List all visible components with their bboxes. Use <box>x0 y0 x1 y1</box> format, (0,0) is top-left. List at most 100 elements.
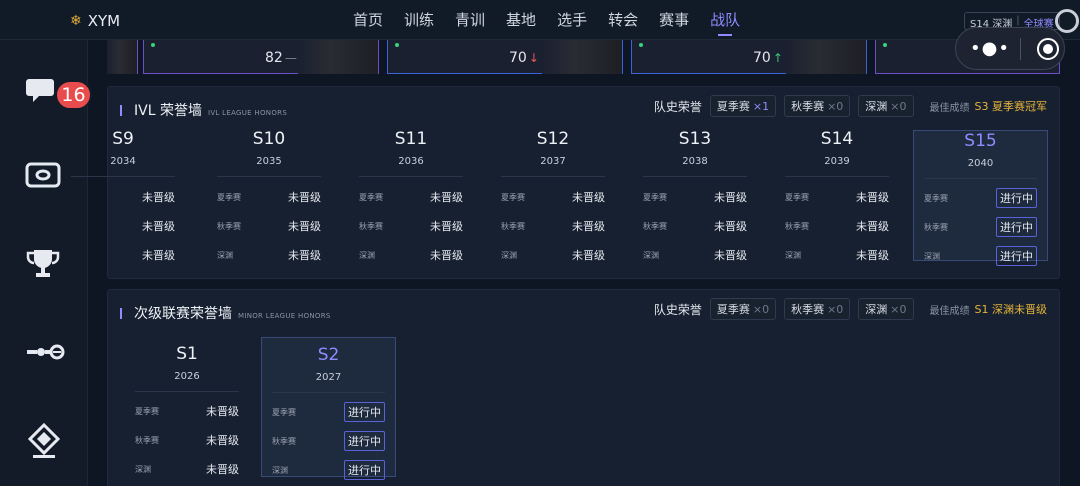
season-pill-divider: | <box>1016 15 1020 26</box>
season-row: 秋季赛 未晋级 <box>643 220 747 233</box>
season-row: 深渊 未晋级 <box>785 249 889 262</box>
season-year: 2027 <box>315 372 342 383</box>
honor-chip-summer: 夏季赛 ×0 <box>709 298 777 320</box>
season-row: 秋季赛 未晋级 <box>359 220 463 233</box>
season-column[interactable]: S1 2026 夏季赛 未晋级 秋季赛 未晋级 深渊 未晋级 <box>125 344 249 478</box>
gear-icon[interactable] <box>1055 9 1079 33</box>
season-year: 2026 <box>174 371 200 382</box>
season-pill-link[interactable]: 全球赛 <box>1024 15 1054 30</box>
season-row: 深渊 未晋级 <box>135 463 239 476</box>
brand-logo-icon: ❄ <box>70 13 82 29</box>
divider <box>359 176 463 177</box>
connector-icon[interactable] <box>25 342 65 366</box>
season-row: 夏季赛 未晋级 <box>785 191 889 204</box>
diamond-icon[interactable] <box>25 422 63 464</box>
close-target-icon[interactable] <box>1036 37 1059 60</box>
nav-training[interactable]: 训练 <box>404 9 434 30</box>
season-row: 深渊 未晋级 <box>643 249 747 262</box>
season-row: 夏季赛 未晋级 <box>217 191 321 204</box>
season-column[interactable]: S14 2039 夏季赛 未晋级 秋季赛 未晋级 深渊 未晋级 <box>775 129 899 263</box>
season-row: 秋季赛 未晋级 <box>135 434 239 447</box>
honor-chip-abyss: 深渊 ×0 <box>858 298 914 320</box>
ticket-icon[interactable] <box>25 162 61 192</box>
unread-badge: 16 <box>55 80 92 110</box>
season-column[interactable]: S11 2036 夏季赛 未晋级 秋季赛 未晋级 深渊 未晋级 <box>349 129 473 263</box>
player-card[interactable]: 82— <box>143 40 379 74</box>
season-year: 2036 <box>398 156 424 167</box>
season-name: S12 <box>536 129 570 149</box>
nav-base[interactable]: 基地 <box>506 9 536 30</box>
capsule-divider <box>1019 37 1021 60</box>
season-row: 深渊 未晋级 <box>501 249 605 262</box>
mini-program-capsule: •●• <box>955 27 1065 70</box>
season-year: 2038 <box>682 156 708 167</box>
nav-home[interactable]: 首页 <box>353 9 383 30</box>
nav-players[interactable]: 选手 <box>557 9 587 30</box>
more-icon[interactable]: •●• <box>970 38 1010 59</box>
season-row: 未晋级 <box>142 249 175 262</box>
season-year: 2035 <box>256 156 282 167</box>
season-year: 2034 <box>110 156 136 167</box>
panel-subtitle: MINOR LEAGUE HONORS <box>238 312 331 320</box>
season-year: 2037 <box>540 156 566 167</box>
divider <box>272 392 385 393</box>
panel-title-text: 次级联赛荣誉墙 <box>134 306 232 322</box>
season-column[interactable]: S9 2034 未晋级 未晋级 未晋级 <box>61 129 185 263</box>
player-art <box>298 40 378 74</box>
season-row: 夏季赛 未晋级 <box>643 191 747 204</box>
season-row: 秋季赛 未晋级 <box>501 220 605 233</box>
season-column[interactable]: S12 2037 夏季赛 未晋级 秋季赛 未晋级 深渊 未晋级 <box>491 129 615 263</box>
history-label: 队史荣誉 <box>653 302 702 317</box>
season-name: S15 <box>964 131 997 151</box>
season-row: 夏季赛 未晋级 <box>359 191 463 204</box>
in-progress-tag: 进行中 <box>996 246 1037 266</box>
nav-youth[interactable]: 青训 <box>455 9 485 30</box>
season-row: 夏季赛 进行中 <box>924 188 1037 208</box>
season-name: S14 <box>820 129 854 149</box>
season-row: 秋季赛 进行中 <box>272 431 385 451</box>
season-pill-season: S14 深渊 <box>970 19 1013 30</box>
chat-icon[interactable] <box>25 76 59 110</box>
brand[interactable]: ❄ XYM <box>70 12 120 30</box>
player-card-edge[interactable] <box>107 40 138 74</box>
season-column-current[interactable]: S15 2040 夏季赛 进行中 秋季赛 进行中 深渊 进行中 <box>913 130 1048 266</box>
player-art <box>786 40 866 74</box>
divider <box>135 391 239 392</box>
nav-team[interactable]: 战队 <box>710 9 740 36</box>
player-rating: 70 ↓ <box>509 50 539 66</box>
season-row: 未晋级 <box>142 220 175 233</box>
panel-subtitle: IVL LEAGUE HONORS <box>207 109 288 117</box>
player-card[interactable]: 70 ↑ <box>631 40 867 74</box>
divider <box>71 176 175 177</box>
season-column[interactable]: S13 2038 夏季赛 未晋级 秋季赛 未晋级 深渊 未晋级 <box>633 129 757 263</box>
season-row: 夏季赛 进行中 <box>272 402 385 422</box>
season-name: S10 <box>252 129 286 149</box>
status-dot-icon <box>395 43 399 47</box>
in-progress-tag: 进行中 <box>344 431 385 451</box>
honor-chip-summer: 夏季赛 ×1 <box>709 95 777 117</box>
player-card[interactable]: 70 ↓ <box>387 40 623 74</box>
divider <box>501 176 605 177</box>
title-accent-bar <box>120 307 122 319</box>
season-column-current[interactable]: S2 2027 夏季赛 进行中 秋季赛 进行中 深渊 进行中 <box>261 337 396 480</box>
season-column[interactable]: S10 2035 夏季赛 未晋级 秋季赛 未晋级 深渊 未晋级 <box>207 129 331 263</box>
honor-chip-abyss: 深渊 ×0 <box>858 95 914 117</box>
minor-honors-panel: 次级联赛荣誉墙 MINOR LEAGUE HONORS 队史荣誉 夏季赛 ×0 秋… <box>107 289 1060 486</box>
divider <box>217 176 321 177</box>
season-row: 秋季赛 进行中 <box>924 217 1037 237</box>
panel-title: 次级联赛荣誉墙 MINOR LEAGUE HONORS <box>120 303 331 323</box>
nav-transfer[interactable]: 转会 <box>608 9 638 30</box>
main-nav: 首页 训练 青训 基地 选手 转会 赛事 战队 <box>353 9 740 36</box>
player-art <box>107 40 137 74</box>
season-name: S1 <box>176 344 198 364</box>
team-honors: 队史荣誉 夏季赛 ×0 秋季赛 ×0 深渊 ×0 最佳成绩 S1 深渊未晋级 <box>654 298 1047 320</box>
season-year: 2040 <box>967 158 994 169</box>
panel-title-text: IVL 荣誉墙 <box>134 103 202 119</box>
nav-events[interactable]: 赛事 <box>659 9 689 30</box>
season-row: 深渊 进行中 <box>272 460 385 480</box>
trophy-icon[interactable] <box>25 248 61 282</box>
season-row: 夏季赛 未晋级 <box>135 405 239 418</box>
season-row: 秋季赛 未晋级 <box>785 220 889 233</box>
season-row: 未晋级 <box>142 191 175 204</box>
season-name: S13 <box>678 129 712 149</box>
